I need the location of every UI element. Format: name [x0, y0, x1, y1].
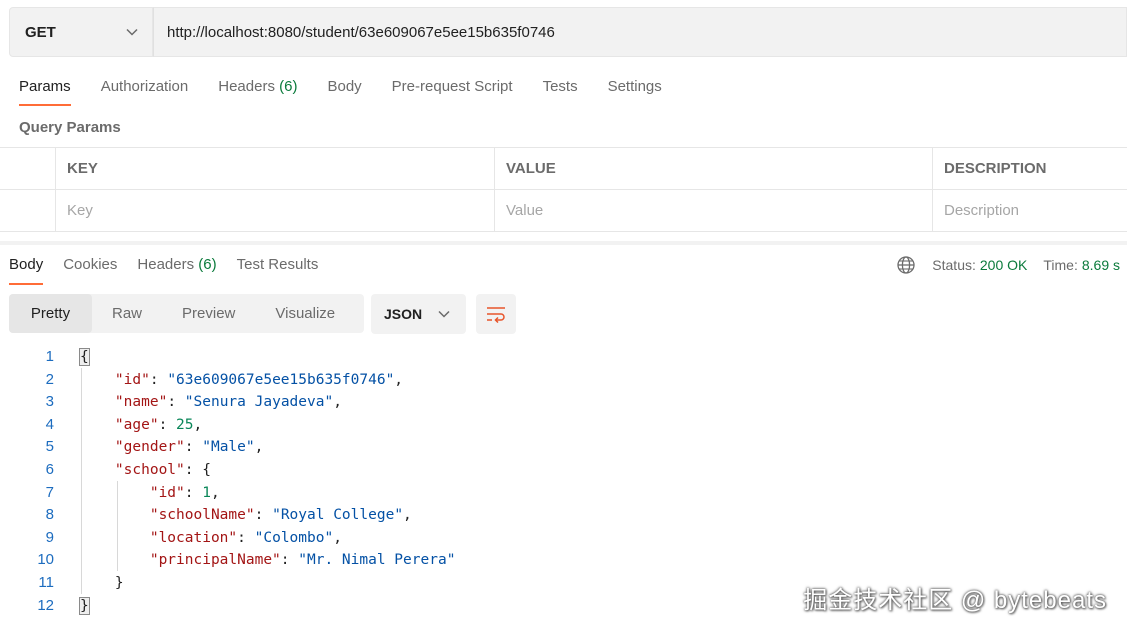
table-header-row: KEY VALUE DESCRIPTION [0, 148, 1127, 190]
tab-pre-request-script[interactable]: Pre-request Script [392, 76, 513, 108]
method-select[interactable]: GET [9, 7, 153, 57]
response-status: Status: 200 OK Time: 8.69 s [896, 255, 1120, 275]
line-number: 7 [45, 483, 54, 501]
status-label: Status: [932, 257, 976, 273]
code-line: 5 "gender": "Male", [0, 436, 1127, 459]
view-raw-button[interactable]: Raw [92, 294, 162, 333]
wrap-lines-icon [487, 307, 505, 323]
format-label: JSON [384, 306, 423, 322]
view-pretty-button[interactable]: Pretty [9, 294, 92, 333]
code-line: 6 "school": { [0, 459, 1127, 482]
response-tab-cookies[interactable]: Cookies [63, 255, 117, 287]
line-number: 10 [37, 551, 54, 569]
wrap-lines-button[interactable] [476, 294, 516, 334]
line-number: 9 [45, 528, 54, 546]
code-line: 1{ [0, 346, 1127, 369]
chevron-down-icon [126, 28, 138, 36]
response-tabs: Body Cookies Headers (6) Test Results [9, 255, 338, 287]
status-value[interactable]: 200 OK [980, 257, 1027, 273]
code-line: 8 "schoolName": "Royal College", [0, 504, 1127, 527]
line-number: 3 [45, 393, 54, 411]
tab-body[interactable]: Body [327, 76, 361, 108]
format-select[interactable]: JSON [371, 294, 466, 334]
view-preview-button[interactable]: Preview [162, 294, 255, 333]
value-input[interactable]: Value [494, 190, 932, 231]
chevron-down-icon [438, 310, 450, 318]
code-line: 3 "name": "Senura Jayadeva", [0, 391, 1127, 414]
tab-authorization[interactable]: Authorization [101, 76, 189, 108]
code-line: 10 "principalName": "Mr. Nimal Perera" [0, 549, 1127, 572]
code-line: 2 "id": "63e609067e5ee15b635f0746", [0, 369, 1127, 392]
line-number: 4 [45, 415, 54, 433]
url-bar: GET http://localhost:8080/student/63e609… [9, 7, 1127, 57]
line-number: 11 [38, 573, 54, 591]
row-checkbox-cell [0, 190, 55, 231]
response-tab-body[interactable]: Body [9, 255, 44, 287]
line-number: 12 [37, 596, 54, 614]
view-mode-group: Pretty Raw Preview Visualize [9, 294, 364, 333]
response-tab-test-results[interactable]: Test Results [237, 255, 319, 287]
response-tab-headers[interactable]: Headers (6) [137, 255, 216, 287]
watermark: 掘金技术社区 @ bytebeats [803, 587, 1107, 614]
pane-divider[interactable] [0, 241, 1127, 245]
tab-headers[interactable]: Headers (6) [218, 76, 297, 108]
query-params-table: KEY VALUE DESCRIPTION Key Value Descript… [0, 147, 1127, 232]
view-visualize-button[interactable]: Visualize [255, 294, 355, 333]
column-header-value: VALUE [494, 148, 932, 189]
description-input[interactable]: Description [932, 190, 1127, 231]
line-number: 8 [45, 506, 54, 524]
checkbox-column-header [0, 148, 55, 189]
code-line: 9 "location": "Colombo", [0, 527, 1127, 550]
tab-params[interactable]: Params [19, 76, 71, 108]
request-tabs: Params Authorization Headers (6) Body Pr… [19, 76, 692, 108]
response-headers-count: (6) [198, 256, 217, 273]
line-number: 1 [45, 348, 54, 365]
response-body-editor[interactable]: 1{ 2 "id": "63e609067e5ee15b635f0746", 3… [0, 346, 1127, 617]
url-text: http://localhost:8080/student/63e609067e… [167, 23, 555, 41]
url-input[interactable]: http://localhost:8080/student/63e609067e… [153, 7, 1127, 57]
column-header-key: KEY [55, 148, 494, 189]
table-row: Key Value Description [0, 190, 1127, 232]
key-input[interactable]: Key [55, 190, 494, 231]
method-label: GET [25, 23, 56, 41]
line-number: 6 [45, 460, 54, 478]
tab-settings[interactable]: Settings [608, 76, 662, 108]
column-header-description: DESCRIPTION [932, 148, 1127, 189]
line-number: 2 [45, 370, 54, 388]
time-value[interactable]: 8.69 s [1082, 257, 1120, 273]
code-line: 4 "age": 25, [0, 414, 1127, 437]
time-label: Time: [1043, 257, 1078, 273]
headers-count: (6) [279, 78, 298, 95]
code-line: 7 "id": 1, [0, 482, 1127, 505]
tab-tests[interactable]: Tests [543, 76, 578, 108]
globe-icon[interactable] [896, 255, 916, 275]
query-params-title: Query Params [19, 119, 121, 136]
line-number: 5 [45, 438, 54, 456]
